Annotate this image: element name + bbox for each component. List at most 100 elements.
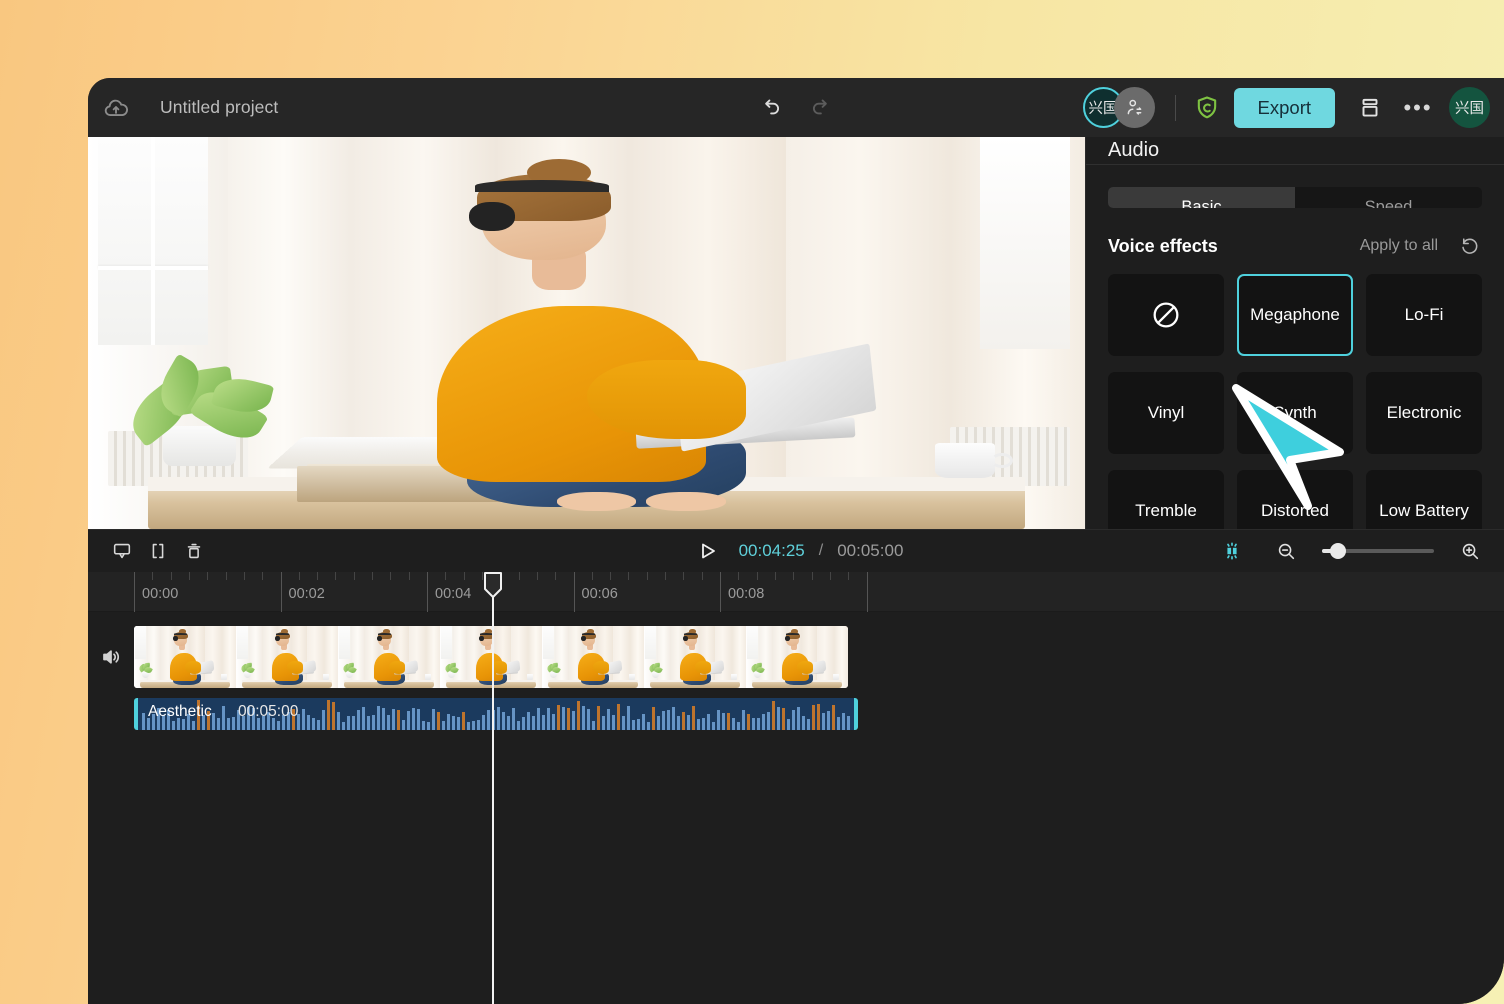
reset-icon[interactable]: [1458, 234, 1482, 258]
effect-tremble[interactable]: Tremble: [1108, 470, 1224, 529]
effect-low-battery[interactable]: Low Battery: [1366, 470, 1482, 529]
waveform-bar: [182, 719, 185, 730]
clip-thumbnail: [644, 626, 746, 688]
waveform-bar: [457, 717, 460, 730]
waveform-bar: [672, 707, 675, 730]
ruler-tick: [188, 572, 190, 580]
more-options-icon[interactable]: •••: [1401, 91, 1435, 125]
waveform-bar: [652, 706, 655, 730]
waveform-bar: [737, 721, 740, 730]
undo-icon[interactable]: [753, 91, 787, 125]
tab-speed[interactable]: Speed: [1295, 187, 1482, 209]
total-time: 00:05:00: [837, 541, 904, 560]
waveform-bar: [142, 713, 145, 730]
effect-none[interactable]: [1108, 274, 1224, 357]
waveform-bar: [817, 704, 820, 730]
waveform-bar: [582, 706, 585, 730]
ruler-tick: [518, 572, 520, 580]
fit-to-screen-icon[interactable]: [1214, 536, 1250, 566]
effect-label: Low Battery: [1379, 500, 1469, 520]
arrow-cursor: [1232, 384, 1344, 510]
ruler-label: 00:04: [435, 586, 472, 602]
ruler-tick: [335, 572, 337, 580]
clip-thumbnail: [134, 626, 236, 688]
ruler-tick: [390, 572, 392, 580]
effect-lo-fi[interactable]: Lo-Fi: [1366, 274, 1482, 357]
waveform-bar: [842, 712, 845, 730]
speaker-icon[interactable]: [98, 644, 124, 670]
ruler-label: 00:02: [288, 586, 325, 602]
tab-basic[interactable]: Basic: [1108, 186, 1295, 209]
video-preview[interactable]: [88, 137, 1085, 529]
apply-to-all-button[interactable]: Apply to all: [1360, 237, 1438, 255]
audio-clip[interactable]: Aesthetic 00:05:00: [134, 698, 858, 730]
waveform-bar: [827, 710, 830, 730]
ruler-tick: [591, 572, 593, 580]
ruler-tick: [298, 572, 300, 580]
waveform-bar: [532, 715, 535, 730]
zoom-slider-handle[interactable]: [1330, 543, 1346, 559]
waveform-bar: [462, 712, 465, 730]
ruler-tick: [207, 572, 209, 580]
ruler-label: 00:08: [728, 586, 765, 602]
video-clip[interactable]: [134, 626, 848, 688]
waveform-bar: [762, 714, 765, 730]
waveform-bar: [422, 721, 425, 730]
waveform-bar: [432, 708, 435, 730]
waveform-bar: [327, 700, 330, 730]
waveform-bar: [542, 715, 545, 730]
waveform-bar: [632, 719, 635, 730]
cloud-upload-icon[interactable]: [102, 94, 130, 122]
export-button[interactable]: Export: [1233, 87, 1335, 128]
trash-icon[interactable]: [176, 536, 212, 566]
timeline-toolbar: 00:04:25 / 00:05:00: [88, 529, 1504, 572]
zoom-in-icon[interactable]: [1452, 536, 1488, 566]
waveform-bar: [212, 713, 215, 730]
waveform-bar: [332, 701, 335, 730]
effect-electronic[interactable]: Electronic: [1366, 372, 1482, 455]
waveform-bar: [517, 720, 520, 730]
zoom-slider[interactable]: [1322, 543, 1434, 559]
waveform-bar: [397, 710, 400, 730]
waveform-bar: [567, 708, 570, 730]
waveform-bar: [687, 715, 690, 730]
timeline-ruler[interactable]: 00:00 00:02 00:04 00:06 00:08: [88, 572, 1504, 612]
waveform-bar: [412, 708, 415, 730]
waveform-bar: [552, 714, 555, 730]
audio-clip-name: Aesthetic: [148, 703, 212, 720]
waveform-bar: [757, 718, 760, 730]
project-title[interactable]: Untitled project: [160, 97, 278, 118]
waveform-bar: [767, 711, 770, 730]
person-switch-icon[interactable]: [1113, 87, 1155, 128]
waveform-bar: [507, 716, 510, 730]
split-icon[interactable]: [140, 536, 176, 566]
effect-megaphone[interactable]: Megaphone: [1237, 274, 1353, 357]
ruler-tick: [683, 572, 685, 580]
layout-stack-icon[interactable]: [1353, 91, 1387, 125]
track-area[interactable]: Aesthetic 00:05:00: [134, 612, 1504, 1004]
play-icon[interactable]: [689, 536, 725, 566]
ruler-tick: [866, 572, 868, 612]
zoom-out-icon[interactable]: [1268, 536, 1304, 566]
account-avatar[interactable]: 兴国: [1449, 87, 1490, 128]
waveform-bar: [407, 710, 410, 730]
waveform-bar: [657, 715, 660, 730]
waveform-bar: [372, 714, 375, 730]
audio-clip-duration: 00:05:00: [238, 703, 299, 720]
effect-vinyl[interactable]: Vinyl: [1108, 372, 1224, 455]
redo-icon[interactable]: [805, 91, 839, 125]
waveform-bar: [172, 720, 175, 730]
waveform-bar: [747, 713, 750, 730]
waveform-bar: [357, 710, 360, 730]
track-gutter: [88, 612, 134, 1004]
waveform-bar: [437, 711, 440, 730]
waveform-bar: [557, 704, 560, 730]
waveform-bar: [417, 708, 420, 730]
playhead-handle[interactable]: [483, 572, 503, 598]
playhead[interactable]: [484, 572, 503, 1004]
brand-shield-icon[interactable]: [1192, 93, 1222, 123]
waveform-bar: [792, 710, 795, 730]
effect-label: Electronic: [1386, 402, 1462, 422]
captions-icon[interactable]: [104, 536, 140, 566]
waveform-bar: [712, 721, 715, 730]
